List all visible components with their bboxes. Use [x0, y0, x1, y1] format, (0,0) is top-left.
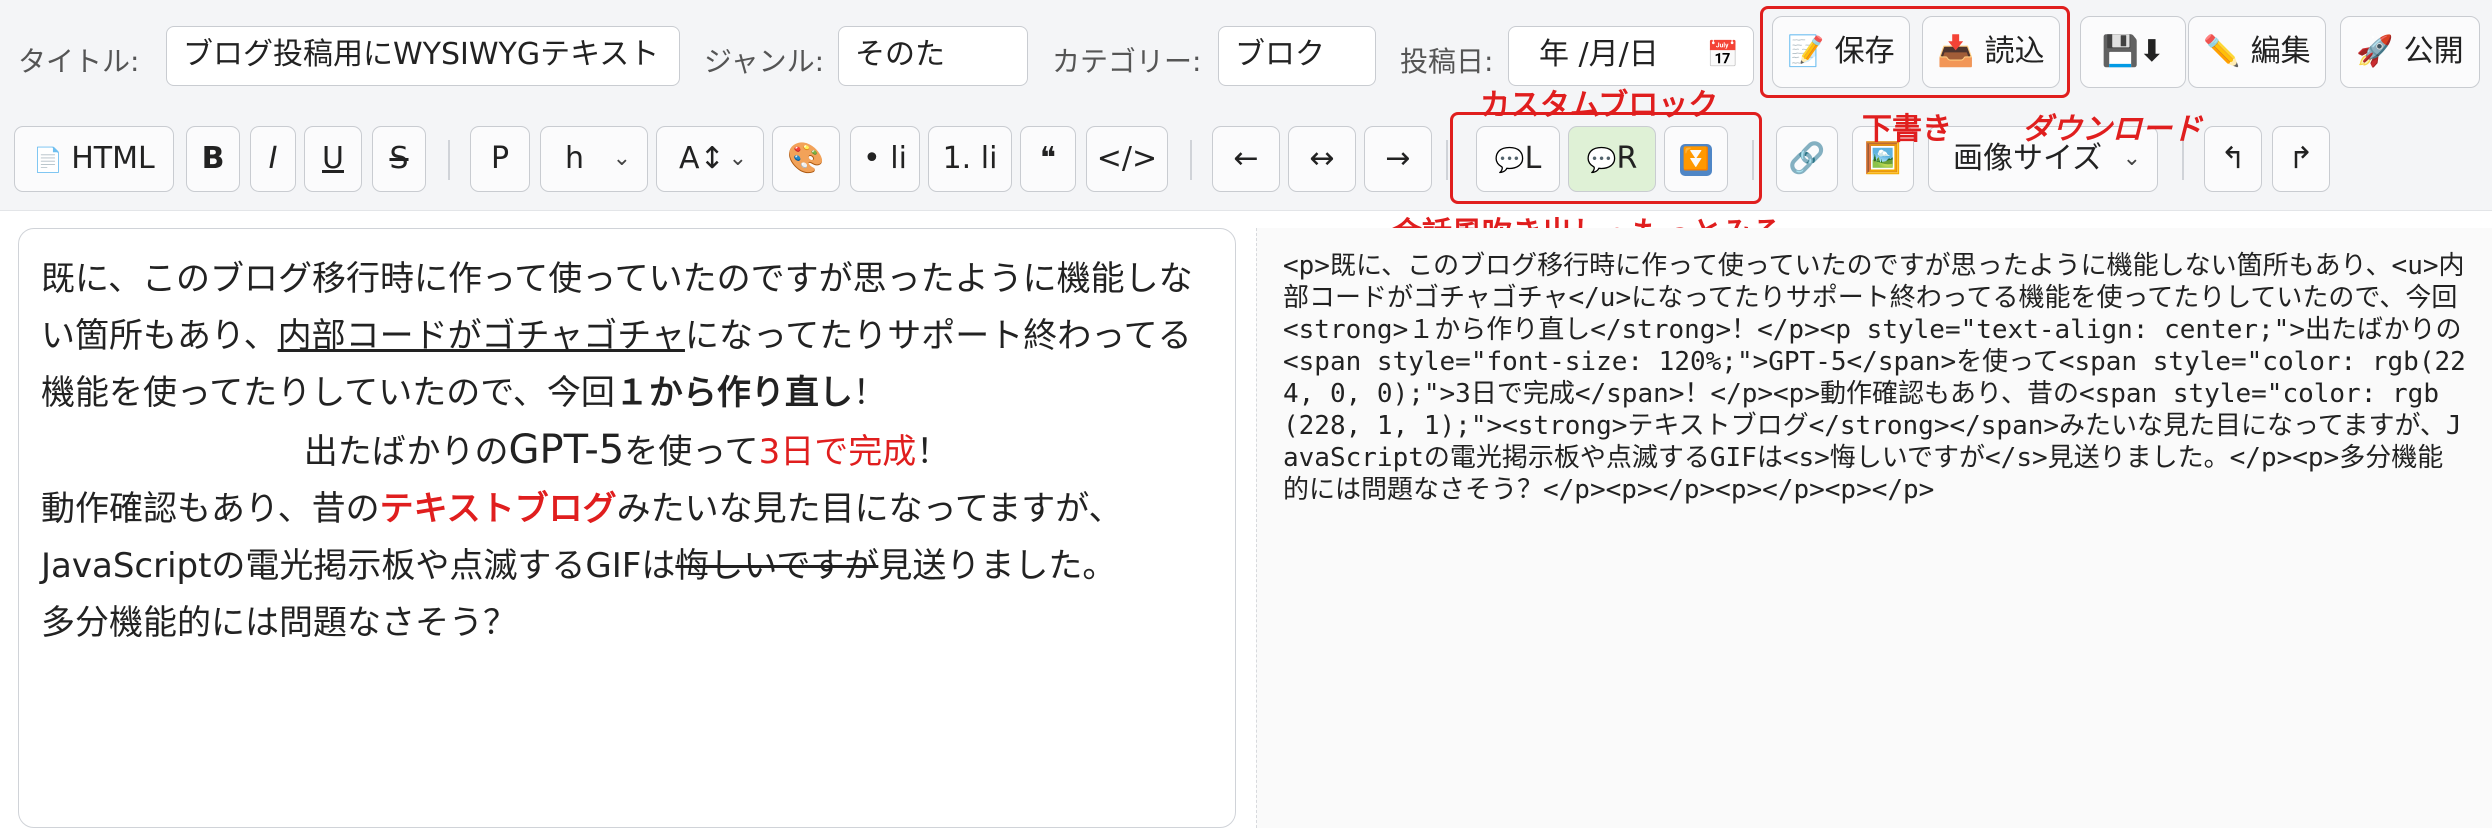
align-right-button[interactable]: →	[1364, 126, 1432, 192]
read-more-button[interactable]: ⏬	[1664, 126, 1728, 192]
speech-bubble-right-button[interactable]: 💬R	[1568, 126, 1656, 192]
editor-paragraph: 多分機能的には問題なさそう？	[41, 603, 517, 643]
chevron-down-icon: ⌄	[612, 146, 631, 171]
quote-button[interactable]: ❝	[1020, 126, 1076, 192]
code-button[interactable]: </>	[1086, 126, 1168, 192]
download-annotation: ダウンロード	[2022, 112, 2202, 147]
align-center-button[interactable]: ↔	[1288, 126, 1356, 192]
memo-icon: 📝	[1787, 34, 1825, 69]
speech-bubble-left-button[interactable]: 💬L	[1476, 126, 1560, 192]
genre-input[interactable]: そのた	[838, 26, 1028, 86]
editor-paragraph: 動作確認もあり、昔のテキストブログみたいな見た目になってますが、JavaScri…	[41, 489, 1123, 586]
inbox-tray-icon: 📥	[1937, 34, 1975, 69]
toolbar-divider	[1190, 140, 1192, 180]
category-label: カテゴリー:	[1052, 45, 1202, 78]
underline-button[interactable]: U	[304, 126, 362, 192]
category-input[interactable]: ブロク	[1218, 26, 1376, 86]
date-input[interactable]: 年 /月/日 📅	[1508, 26, 1754, 86]
title-input[interactable]: ブログ投稿用にWYSIWYGテキスト	[166, 26, 680, 86]
pencil-icon: ✏️	[2203, 34, 2241, 69]
strike-button[interactable]: S	[372, 126, 426, 192]
palette-icon: 🎨	[787, 141, 825, 176]
heading-select[interactable]: h ⌄	[540, 126, 648, 192]
color-palette-button[interactable]: 🎨	[772, 126, 840, 192]
font-size-select[interactable]: A↕ ⌄	[656, 126, 764, 192]
speech-bubble-icon: 💬	[1494, 146, 1525, 174]
calendar-icon[interactable]: 📅	[1707, 27, 1739, 83]
download-button[interactable]: 💾⬇	[2080, 16, 2186, 88]
html-source-view[interactable]: <p>既に、このブログ移行時に作って使っていたのですが思ったように機能しない箇所…	[1256, 228, 2492, 828]
toolbar-divider	[1752, 140, 1754, 180]
save-button[interactable]: 📝 保存	[1772, 16, 1910, 88]
speech-bubble-icon: 💬	[1586, 146, 1617, 174]
date-value: 年 /月/日	[1539, 37, 1659, 72]
custom-block-annotation: カスタムブロック	[1480, 88, 1719, 123]
date-label: 投稿日:	[1400, 45, 1494, 78]
editor-paragraph: 出たばかりのGPT-5を使って3日で完成！	[303, 427, 951, 473]
toolbar-divider	[448, 140, 450, 180]
numbered-list-button[interactable]: 1. li	[928, 126, 1012, 192]
chevron-down-icon: ⌄	[728, 146, 747, 171]
link-button[interactable]: 🔗	[1776, 126, 1838, 192]
link-icon: 🔗	[1788, 141, 1826, 176]
paragraph-button[interactable]: P	[470, 126, 530, 192]
editor-paragraph: 既に、このブログ移行時に作って使っていたのですが思ったように機能しない箇所もあり…	[41, 259, 1193, 413]
double-down-arrow-icon: ⏬	[1680, 143, 1712, 176]
undo-button[interactable]: ↰	[2204, 126, 2262, 192]
genre-label: ジャンル:	[704, 45, 825, 78]
italic-button[interactable]: I	[250, 126, 296, 192]
bullet-list-button[interactable]: • li	[850, 126, 920, 192]
load-button[interactable]: 📥 読込	[1922, 16, 2060, 88]
wysiwyg-editor[interactable]: 既に、このブログ移行時に作って使っていたのですが思ったように機能しない箇所もあり…	[18, 228, 1236, 828]
document-icon: 📄	[33, 146, 64, 174]
title-label: タイトル:	[18, 45, 140, 78]
toolbar-divider	[1446, 140, 1448, 180]
publish-button[interactable]: 🚀 公開	[2340, 16, 2480, 88]
floppy-disk-icon: 💾	[2101, 34, 2140, 69]
bold-button[interactable]: B	[186, 126, 240, 192]
edit-button[interactable]: ✏️ 編集	[2188, 16, 2326, 88]
redo-button[interactable]: ↱	[2272, 126, 2330, 192]
html-mode-button[interactable]: 📄 HTML	[14, 126, 174, 192]
header-bar: タイトル: ブログ投稿用にWYSIWYGテキスト ジャンル: そのた カテゴリー…	[0, 0, 2492, 111]
rocket-icon: 🚀	[2356, 34, 2394, 69]
align-left-button[interactable]: ←	[1212, 126, 1280, 192]
draft-annotation: 下書き	[1862, 112, 1952, 147]
